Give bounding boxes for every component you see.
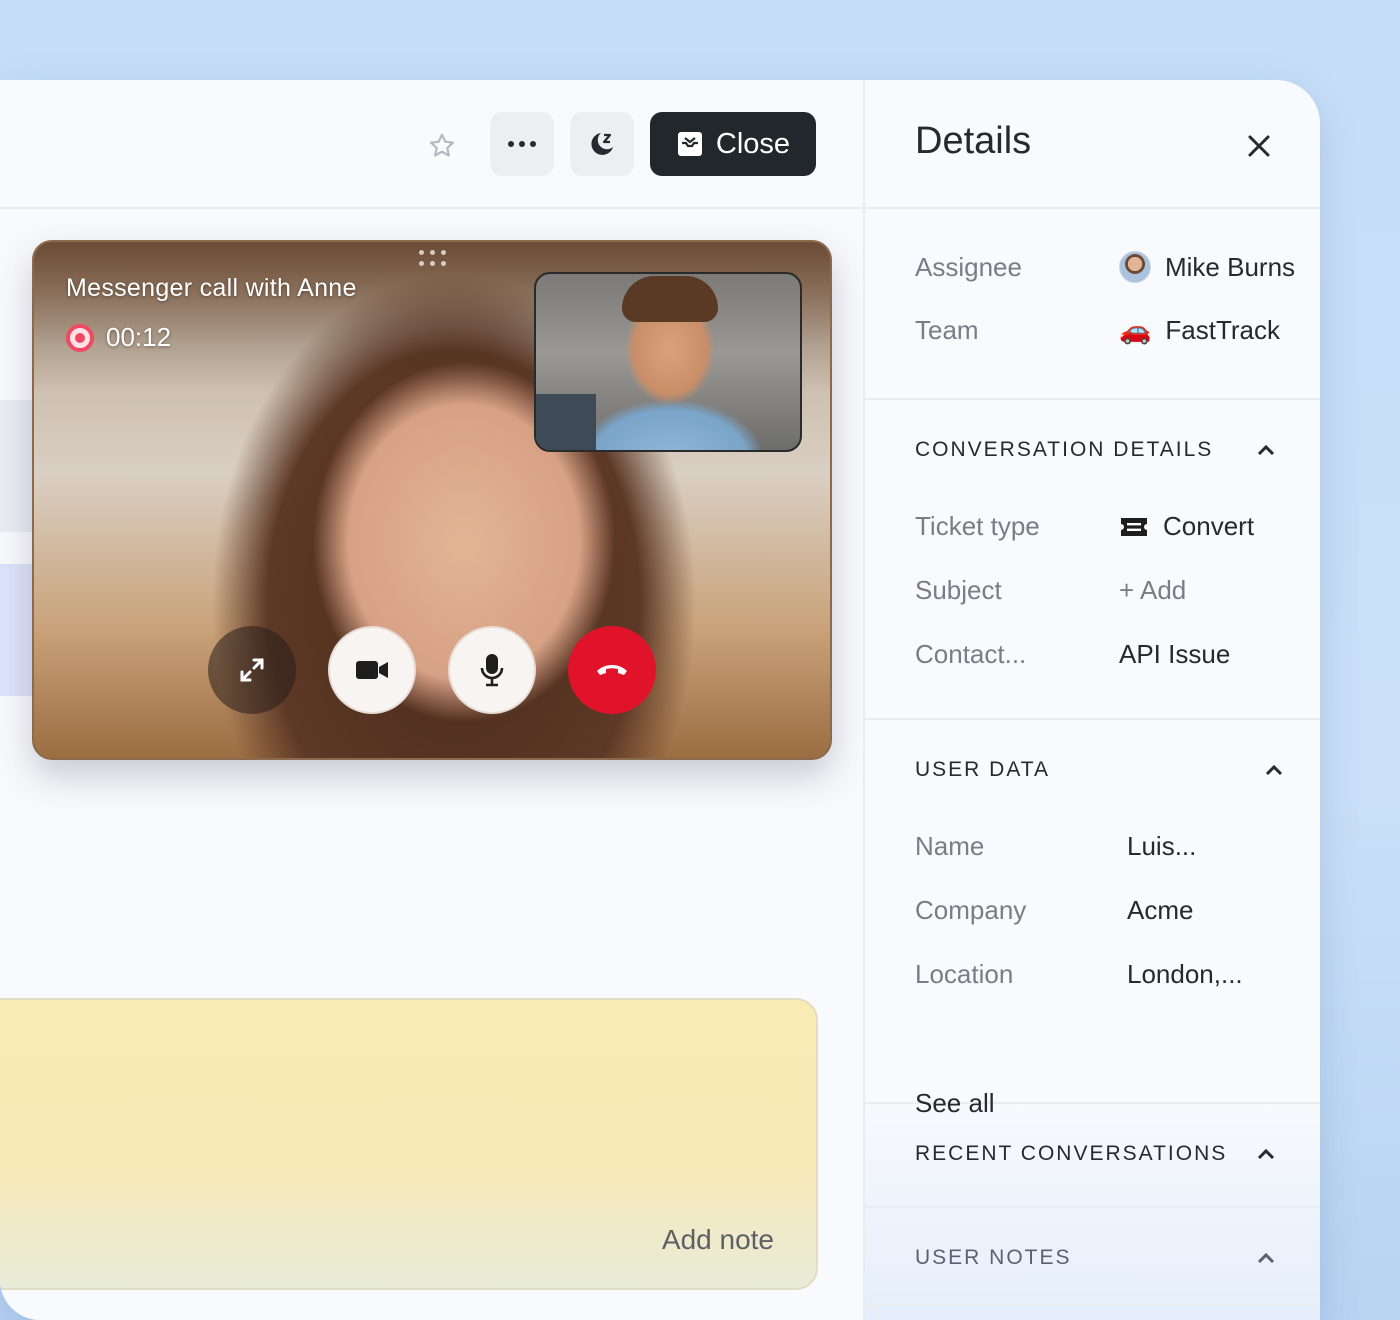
details-title: Details: [915, 120, 1032, 162]
call-timer: 00:12: [106, 322, 172, 352]
ticket-type-text: Convert: [1163, 511, 1255, 541]
section-title: USER NOTES: [915, 1246, 1072, 1269]
chevron-up-icon[interactable]: [1257, 1148, 1275, 1160]
more-button[interactable]: [490, 112, 554, 176]
car-icon: 🚗: [1119, 315, 1152, 345]
snooze-icon: [591, 133, 613, 155]
call-recording-status: 00:12: [66, 322, 171, 353]
chevron-up-icon[interactable]: [1265, 764, 1283, 776]
ticket-type-row[interactable]: Ticket type Convert: [915, 511, 1315, 542]
ticket-icon: [1121, 517, 1147, 536]
team-label: Team: [915, 315, 979, 345]
message-strip-highlight: [0, 564, 32, 696]
video-toggle-button[interactable]: [328, 626, 416, 714]
team-value[interactable]: 🚗 FastTrack: [1119, 315, 1280, 346]
company-value[interactable]: Acme: [1127, 895, 1193, 926]
section-title: RECENT CONVERSATIONS: [915, 1142, 1228, 1165]
more-icon: [508, 141, 536, 147]
location-label: Location: [915, 959, 1014, 989]
expand-button[interactable]: [208, 626, 296, 714]
user-notes-header[interactable]: USER NOTES: [915, 1246, 1275, 1270]
snooze-button[interactable]: [570, 112, 634, 176]
add-note-button[interactable]: Add note: [662, 1224, 774, 1256]
team-name: FastTrack: [1165, 315, 1280, 345]
conversation-pane: Close Messenger call with Anne 00:12 Add…: [0, 80, 863, 1320]
recent-conversations-header[interactable]: RECENT CONVERSATIONS: [915, 1142, 1275, 1166]
call-title: Messenger call with Anne: [66, 274, 357, 302]
user-data-section: USER DATA Name Luis... Company Acme Loca…: [865, 720, 1320, 1118]
user-data-header[interactable]: USER DATA: [915, 758, 1283, 782]
details-panel: Details Assignee Mike Burns Team 🚗 FastT: [863, 80, 1320, 1320]
chevron-up-icon[interactable]: [1257, 444, 1275, 456]
star-icon: [430, 133, 454, 157]
user-notes-section: USER NOTES: [865, 1208, 1320, 1306]
drag-handle-icon[interactable]: [419, 250, 447, 268]
note-composer[interactable]: Add note: [0, 998, 818, 1290]
conversation-details-header[interactable]: CONVERSATION DETAILS: [915, 438, 1275, 462]
message-strip: [0, 400, 32, 532]
record-icon: [66, 323, 94, 352]
company-label: Company: [915, 895, 1027, 925]
section-title: CONVERSATION DETAILS: [915, 438, 1214, 461]
video-camera-icon: [356, 661, 388, 679]
call-controls: [208, 626, 656, 714]
video-call-window[interactable]: Messenger call with Anne 00:12: [32, 240, 832, 760]
location-row[interactable]: Location London,...: [915, 959, 1315, 990]
name-value[interactable]: Luis...: [1127, 831, 1196, 862]
add-subject-button[interactable]: + Add: [1119, 575, 1186, 606]
location-value[interactable]: London,...: [1127, 959, 1243, 990]
chevron-up-icon[interactable]: [1257, 1252, 1275, 1264]
close-conversation-button[interactable]: Close: [650, 112, 816, 176]
star-button[interactable]: [424, 128, 460, 164]
subject-label: Subject: [915, 575, 1002, 605]
app-window: Close Messenger call with Anne 00:12 Add…: [0, 80, 1320, 1320]
assignment-section: Assignee Mike Burns Team 🚗 FastTrack: [865, 209, 1320, 400]
assignee-name: Mike Burns: [1165, 251, 1296, 282]
conversation-toolbar: Close: [0, 80, 863, 209]
section-title: USER DATA: [915, 758, 1051, 781]
self-view-video[interactable]: [534, 272, 802, 452]
assignee-row[interactable]: Assignee Mike Burns: [915, 251, 1315, 283]
expand-icon: [240, 658, 264, 682]
close-button-label: Close: [715, 127, 791, 160]
avatar: [1119, 251, 1151, 283]
close-details-button[interactable]: [1241, 128, 1277, 164]
end-call-icon: [597, 665, 627, 675]
company-row[interactable]: Company Acme: [915, 895, 1315, 926]
ticket-type-value[interactable]: Convert: [1119, 511, 1254, 542]
name-row[interactable]: Name Luis...: [915, 831, 1315, 862]
contact-row[interactable]: Contact... API Issue: [915, 639, 1315, 670]
self-view-background: [536, 394, 596, 450]
inbox-check-icon: [677, 132, 702, 156]
contact-value[interactable]: API Issue: [1119, 639, 1230, 670]
mute-toggle-button[interactable]: [448, 626, 536, 714]
assignee-label: Assignee: [915, 251, 1022, 282]
self-view-figure: [622, 276, 718, 322]
ticket-type-label: Ticket type: [915, 511, 1040, 541]
name-label: Name: [915, 831, 985, 861]
end-call-button[interactable]: [568, 626, 656, 714]
details-header: Details: [865, 80, 1320, 209]
contact-label: Contact...: [915, 639, 1027, 669]
conversation-details-section: CONVERSATION DETAILS Ticket type Convert…: [865, 400, 1320, 720]
close-icon: [1248, 135, 1270, 157]
subject-row[interactable]: Subject + Add: [915, 575, 1315, 606]
assignee-value[interactable]: Mike Burns: [1119, 251, 1295, 283]
team-row[interactable]: Team 🚗 FastTrack: [915, 315, 1315, 346]
recent-conversations-section: RECENT CONVERSATIONS: [865, 1104, 1320, 1208]
microphone-icon: [480, 654, 504, 687]
